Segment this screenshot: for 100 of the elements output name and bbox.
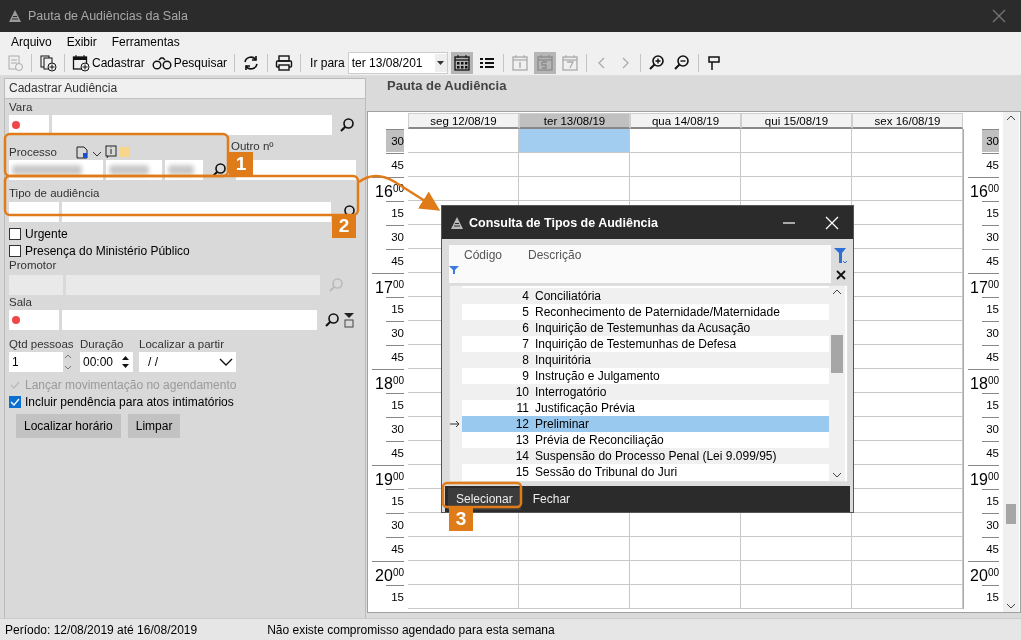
checkbox[interactable] — [9, 244, 21, 257]
list-row[interactable]: 6 Inquirição de Testemunhas da Acusação — [462, 320, 829, 337]
time-slot[interactable] — [408, 585, 519, 609]
time-slot[interactable] — [408, 177, 519, 201]
time-slot[interactable] — [852, 369, 963, 393]
input-field[interactable]: 00:00 — [80, 352, 133, 372]
field-value: 1 — [12, 355, 19, 369]
day-header[interactable]: qua 14/08/19 — [630, 113, 741, 129]
input-field[interactable]: / / — [139, 352, 236, 372]
list-row[interactable]: 12 Preliminar — [462, 416, 829, 433]
action-button[interactable]: Localizar horário — [16, 414, 121, 438]
day-header[interactable]: ter 13/08/19 — [519, 113, 630, 129]
time-slot[interactable] — [852, 273, 963, 297]
time-slot[interactable] — [630, 561, 741, 585]
input-field[interactable] — [52, 115, 332, 135]
input-field[interactable] — [9, 202, 59, 222]
input-field[interactable] — [9, 115, 49, 135]
field-value: 00:00 — [83, 355, 115, 369]
menu-item[interactable]: Ferramentas — [111, 34, 180, 49]
time-slot[interactable] — [852, 129, 963, 153]
time-slot[interactable] — [852, 393, 963, 417]
time-slot[interactable] — [852, 345, 963, 369]
time-label: 30 — [386, 129, 404, 152]
time-slot[interactable] — [852, 177, 963, 201]
time-label: 15 — [386, 201, 404, 224]
time-slot[interactable] — [630, 129, 741, 153]
time-slot[interactable] — [519, 537, 630, 561]
time-slot[interactable] — [408, 561, 519, 585]
toolbar-icon[interactable] — [450, 52, 473, 74]
time-slot[interactable] — [852, 513, 963, 537]
time-slot[interactable] — [852, 537, 963, 561]
time-slot[interactable] — [741, 129, 852, 153]
time-slot[interactable] — [852, 417, 963, 441]
calendar-week-icon — [560, 54, 579, 72]
action-button[interactable]: Limpar — [127, 414, 181, 438]
day-header[interactable]: sex 16/08/19 — [852, 113, 963, 129]
time-slot[interactable] — [519, 561, 630, 585]
time-slot[interactable] — [630, 153, 741, 177]
list-row[interactable]: 8 Inquiritória — [462, 352, 829, 369]
time-slot[interactable] — [741, 561, 852, 585]
field-label: Sala — [9, 296, 34, 309]
time-slot[interactable] — [852, 465, 963, 489]
input-field[interactable] — [106, 160, 162, 180]
toolbar-icon[interactable] — [37, 52, 59, 74]
checkbox[interactable] — [9, 395, 21, 408]
time-slot[interactable] — [741, 177, 852, 201]
scrollbar-thumb[interactable] — [831, 334, 843, 373]
time-slot[interactable] — [852, 489, 963, 513]
time-slot[interactable] — [408, 129, 519, 153]
time-label: 45 — [386, 153, 404, 176]
time-slot[interactable] — [408, 153, 519, 177]
list-row[interactable]: 10 Interrogatório — [462, 384, 829, 401]
time-slot[interactable] — [519, 585, 630, 609]
menu-item[interactable]: Arquivo — [11, 34, 52, 49]
time-slot[interactable] — [852, 201, 963, 225]
menu-item[interactable]: Exibir — [66, 34, 97, 49]
list-row[interactable]: 4 Conciliatória — [462, 288, 829, 305]
time-label: 45 — [982, 345, 999, 368]
time-slot[interactable] — [852, 249, 963, 273]
checkbox[interactable] — [9, 227, 21, 240]
time-slot[interactable] — [852, 561, 963, 585]
time-slot[interactable] — [630, 585, 741, 609]
app-logo-icon — [450, 215, 464, 230]
time-slot[interactable] — [741, 585, 852, 609]
time-slot[interactable] — [741, 537, 852, 561]
time-label: 30 — [386, 513, 404, 536]
input-field[interactable] — [165, 160, 203, 180]
time-slot[interactable] — [630, 513, 741, 537]
time-slot[interactable] — [852, 225, 963, 249]
input-field[interactable]: 1 — [9, 352, 63, 372]
input-field[interactable] — [62, 202, 331, 222]
toolbar-button[interactable]: Pesquisar — [149, 52, 230, 74]
list-row[interactable]: 14 Suspensão do Processo Penal (Lei 9.099/95) — [462, 448, 829, 465]
blurred-text — [109, 165, 149, 175]
time-slot[interactable] — [852, 441, 963, 465]
dialog-button[interactable]: Fechar — [524, 488, 579, 511]
column-header[interactable]: Código — [464, 248, 528, 263]
day-header[interactable]: qui 15/08/19 — [741, 113, 852, 129]
input-field[interactable] — [9, 160, 103, 180]
selected-slot[interactable] — [519, 129, 630, 153]
day-header[interactable]: seg 12/08/19 — [408, 113, 519, 129]
time-slot[interactable] — [852, 297, 963, 321]
time-slot[interactable] — [630, 537, 741, 561]
time-slot[interactable] — [852, 321, 963, 345]
time-slot[interactable] — [519, 153, 630, 177]
input-field[interactable] — [9, 310, 59, 330]
time-slot[interactable] — [852, 585, 963, 609]
scrollbar-thumb[interactable] — [1006, 504, 1016, 524]
time-slot[interactable] — [519, 177, 630, 201]
time-slot[interactable] — [630, 177, 741, 201]
toolbar-button[interactable]: Cadastrar — [70, 52, 147, 74]
time-slot[interactable] — [408, 537, 519, 561]
date-dropdown[interactable]: ter 13/08/201 — [347, 52, 448, 74]
time-slot[interactable] — [852, 153, 963, 177]
time-slot[interactable] — [741, 513, 852, 537]
column-header[interactable]: Descrição — [528, 248, 582, 263]
time-slot[interactable] — [741, 153, 852, 177]
time-slot[interactable] — [519, 513, 630, 537]
input-field[interactable] — [62, 310, 317, 330]
current-row-icon — [450, 420, 460, 429]
